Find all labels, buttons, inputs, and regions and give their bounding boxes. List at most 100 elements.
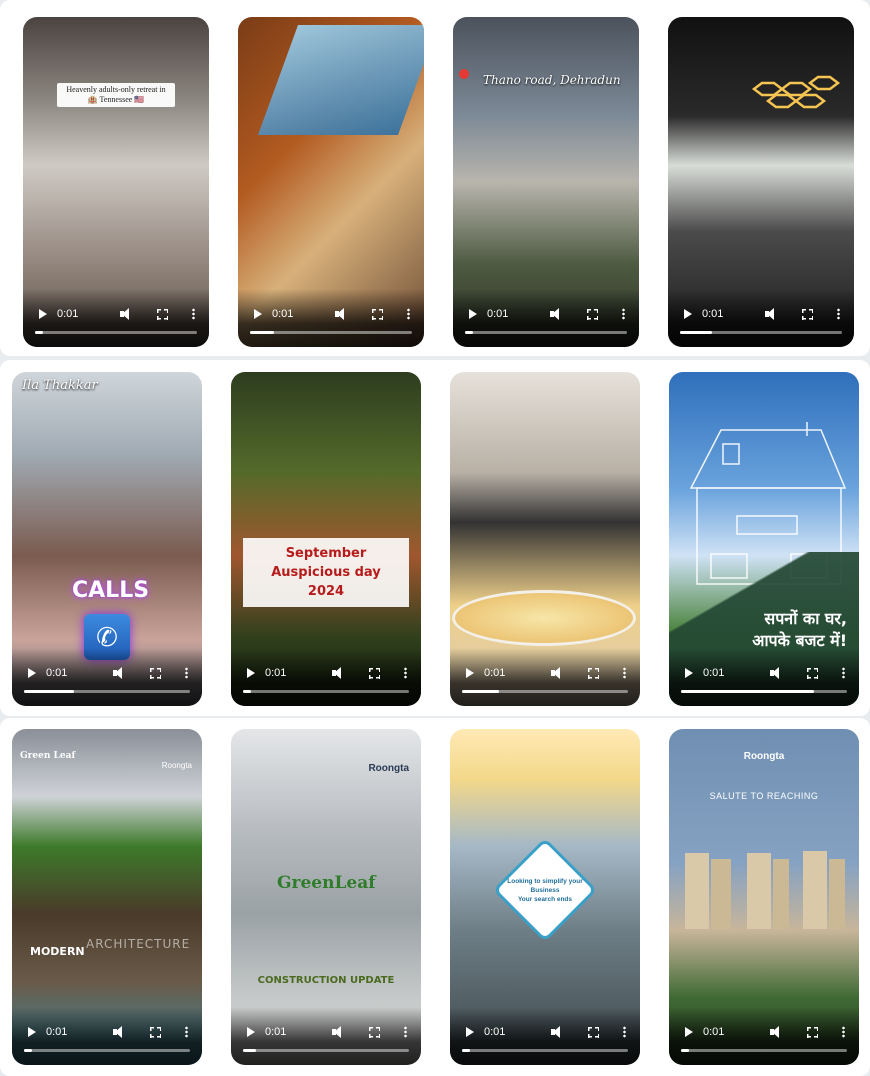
fullscreen-icon[interactable]: [588, 1026, 599, 1038]
volume-icon[interactable]: [331, 1025, 345, 1039]
video-card-10[interactable]: Roongta GreenLeaf CONSTRUCTION UPDATE 0:…: [231, 729, 421, 1065]
volume-icon[interactable]: [112, 666, 126, 680]
progress-fill: [24, 1049, 33, 1052]
video-card-4[interactable]: 0:01: [668, 17, 854, 347]
video-card-7[interactable]: 0:01: [450, 372, 640, 706]
more-options-icon[interactable]: [404, 1026, 407, 1038]
volume-icon[interactable]: [550, 666, 564, 680]
time-display: 0:01: [484, 667, 506, 679]
time-display: 0:01: [484, 1026, 506, 1038]
fullscreen-icon[interactable]: [157, 308, 168, 320]
more-options-icon[interactable]: [407, 308, 410, 320]
location-caption: Thano road, Dehradun: [483, 73, 621, 87]
time-display: 0:01: [703, 1026, 725, 1038]
play-icon[interactable]: [247, 1027, 255, 1037]
time-display: 0:01: [272, 308, 294, 320]
more-options-icon[interactable]: [837, 308, 840, 320]
fullscreen-icon[interactable]: [587, 308, 598, 320]
video-controls: 0:01: [23, 289, 209, 347]
progress-fill: [243, 1049, 257, 1052]
volume-icon[interactable]: [112, 1025, 126, 1039]
progress-bar[interactable]: [681, 690, 847, 693]
progress-bar[interactable]: [681, 1049, 847, 1052]
play-icon[interactable]: [469, 309, 477, 319]
play-icon[interactable]: [28, 1027, 36, 1037]
play-icon[interactable]: [466, 668, 474, 678]
progress-fill: [243, 690, 252, 693]
calls-caption: CALLS: [72, 578, 150, 603]
volume-icon[interactable]: [550, 1025, 564, 1039]
more-options-icon[interactable]: [622, 308, 625, 320]
fullscreen-icon[interactable]: [802, 308, 813, 320]
progress-bar[interactable]: [462, 1049, 628, 1052]
progress-bar[interactable]: [24, 690, 190, 693]
video-card-9[interactable]: Green Leaf Roongta MODERN ARCHITECTURE 0…: [12, 729, 202, 1065]
play-icon[interactable]: [247, 668, 255, 678]
progress-fill: [681, 1049, 690, 1052]
time-display: 0:01: [703, 667, 725, 679]
video-card-12[interactable]: Roongta SALUTE TO REACHING 0:01: [669, 729, 859, 1065]
volume-icon[interactable]: [334, 307, 348, 321]
more-options-icon[interactable]: [185, 667, 188, 679]
video-controls: 0:01: [12, 1007, 202, 1065]
fullscreen-icon[interactable]: [369, 1026, 380, 1038]
progress-bar[interactable]: [24, 1049, 190, 1052]
time-display: 0:01: [487, 308, 509, 320]
search-caption: Looking to simplify your Business Your s…: [507, 878, 583, 903]
greenleaf-logo: GreenLeaf: [277, 873, 376, 893]
more-options-icon[interactable]: [185, 1026, 188, 1038]
play-icon[interactable]: [39, 309, 47, 319]
progress-bar[interactable]: [243, 1049, 409, 1052]
more-options-icon[interactable]: [842, 667, 845, 679]
video-card-3[interactable]: Thano road, Dehradun 0:01: [453, 17, 639, 347]
time-display: 0:01: [265, 667, 287, 679]
video-card-5[interactable]: Ila Thakkar CALLS ✆ 0:01: [12, 372, 202, 706]
fullscreen-icon[interactable]: [807, 667, 818, 679]
volume-icon[interactable]: [331, 666, 345, 680]
creator-caption: Ila Thakkar: [22, 378, 98, 393]
video-controls: 0:01: [231, 648, 421, 706]
progress-bar[interactable]: [462, 690, 628, 693]
volume-icon[interactable]: [769, 1025, 783, 1039]
progress-fill: [462, 690, 499, 693]
volume-icon[interactable]: [764, 307, 778, 321]
brand-logo: Roongta: [743, 751, 785, 762]
video-card-1[interactable]: Heavenly adults-only retreat in 🏨 Tennes…: [23, 17, 209, 347]
volume-icon[interactable]: [769, 666, 783, 680]
video-card-11[interactable]: Looking to simplify your Business Your s…: [450, 729, 640, 1065]
more-options-icon[interactable]: [842, 1026, 845, 1038]
volume-icon[interactable]: [119, 307, 133, 321]
play-icon[interactable]: [466, 1027, 474, 1037]
video-controls: 0:01: [453, 289, 639, 347]
video-controls: 0:01: [12, 648, 202, 706]
brand-logo: Roongta: [368, 763, 409, 774]
dish-image: [452, 590, 636, 646]
fullscreen-icon[interactable]: [150, 1026, 161, 1038]
progress-bar[interactable]: [35, 331, 197, 334]
fullscreen-icon[interactable]: [372, 308, 383, 320]
play-icon[interactable]: [685, 668, 693, 678]
progress-bar[interactable]: [680, 331, 842, 334]
towers-image: [681, 849, 847, 929]
video-controls: 0:01: [668, 289, 854, 347]
video-card-2[interactable]: 0:01: [238, 17, 424, 347]
progress-bar[interactable]: [465, 331, 627, 334]
more-options-icon[interactable]: [623, 1026, 626, 1038]
fullscreen-icon[interactable]: [150, 667, 161, 679]
fullscreen-icon[interactable]: [369, 667, 380, 679]
volume-icon[interactable]: [549, 307, 563, 321]
more-options-icon[interactable]: [404, 667, 407, 679]
fullscreen-icon[interactable]: [588, 667, 599, 679]
progress-bar[interactable]: [250, 331, 412, 334]
play-icon[interactable]: [685, 1027, 693, 1037]
video-card-8[interactable]: सपनों का घर, आपके बजट में! 0:01: [669, 372, 859, 706]
more-options-icon[interactable]: [623, 667, 626, 679]
video-controls: 0:01: [231, 1007, 421, 1065]
play-icon[interactable]: [28, 668, 36, 678]
progress-bar[interactable]: [243, 690, 409, 693]
play-icon[interactable]: [254, 309, 262, 319]
play-icon[interactable]: [684, 309, 692, 319]
more-options-icon[interactable]: [192, 308, 195, 320]
video-card-6[interactable]: September Auspicious day 2024 0:01: [231, 372, 421, 706]
fullscreen-icon[interactable]: [807, 1026, 818, 1038]
